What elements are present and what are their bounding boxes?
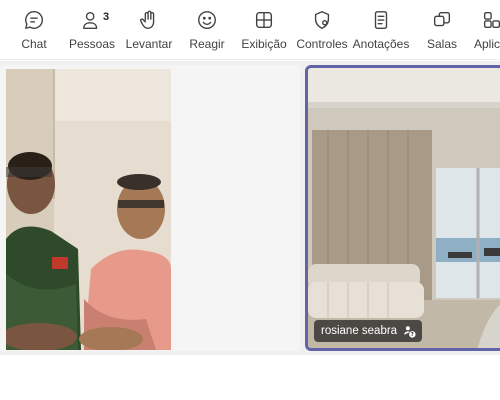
people-count-badge: 3 — [103, 11, 110, 23]
apps-button[interactable]: Aplic — [474, 0, 500, 59]
chat-label: Chat — [21, 37, 47, 51]
react-label: Reagir — [189, 37, 225, 51]
people-button[interactable]: 3 Pessoas — [68, 0, 116, 59]
participant-video-right — [308, 68, 500, 348]
notes-label: Anotações — [352, 37, 410, 51]
video-stage: rosiane seabra ? — [0, 61, 500, 355]
participant-tile-active-speaker[interactable]: rosiane seabra ? — [305, 65, 500, 351]
svg-text:?: ? — [411, 332, 414, 338]
controls-label: Controles — [296, 37, 348, 51]
apps-label: Aplic — [474, 37, 500, 51]
rooms-label: Salas — [426, 37, 458, 51]
raise-hand-label: Levantar — [125, 37, 173, 51]
unknown-status-icon: ? — [404, 325, 416, 338]
react-button[interactable]: Reagir — [187, 0, 227, 59]
participant-name: rosiane seabra — [321, 325, 398, 337]
chat-button[interactable]: Chat — [12, 0, 56, 59]
grid-icon — [252, 8, 276, 32]
emoji-icon — [195, 8, 219, 32]
raise-hand-button[interactable]: Levantar — [125, 0, 173, 59]
chat-icon — [22, 8, 46, 32]
apps-icon — [480, 8, 500, 32]
rooms-button[interactable]: Salas — [424, 0, 460, 59]
rooms-icon — [430, 8, 454, 32]
controls-button[interactable]: Controles — [296, 0, 348, 59]
view-button[interactable]: Exibição — [241, 0, 287, 59]
participant-tile-left[interactable] — [0, 65, 300, 351]
meeting-toolbar: Chat 3 Pessoas Levantar Reagir Exibição … — [0, 0, 500, 60]
notes-icon — [369, 8, 393, 32]
hand-icon — [137, 8, 161, 32]
people-icon: 3 — [80, 8, 109, 32]
shield-gear-icon — [310, 8, 334, 32]
view-label: Exibição — [241, 37, 287, 51]
participant-video-left — [6, 69, 171, 350]
notes-button[interactable]: Anotações — [352, 0, 410, 59]
participant-name-tag: rosiane seabra ? — [314, 320, 423, 342]
people-label: Pessoas — [68, 37, 116, 51]
